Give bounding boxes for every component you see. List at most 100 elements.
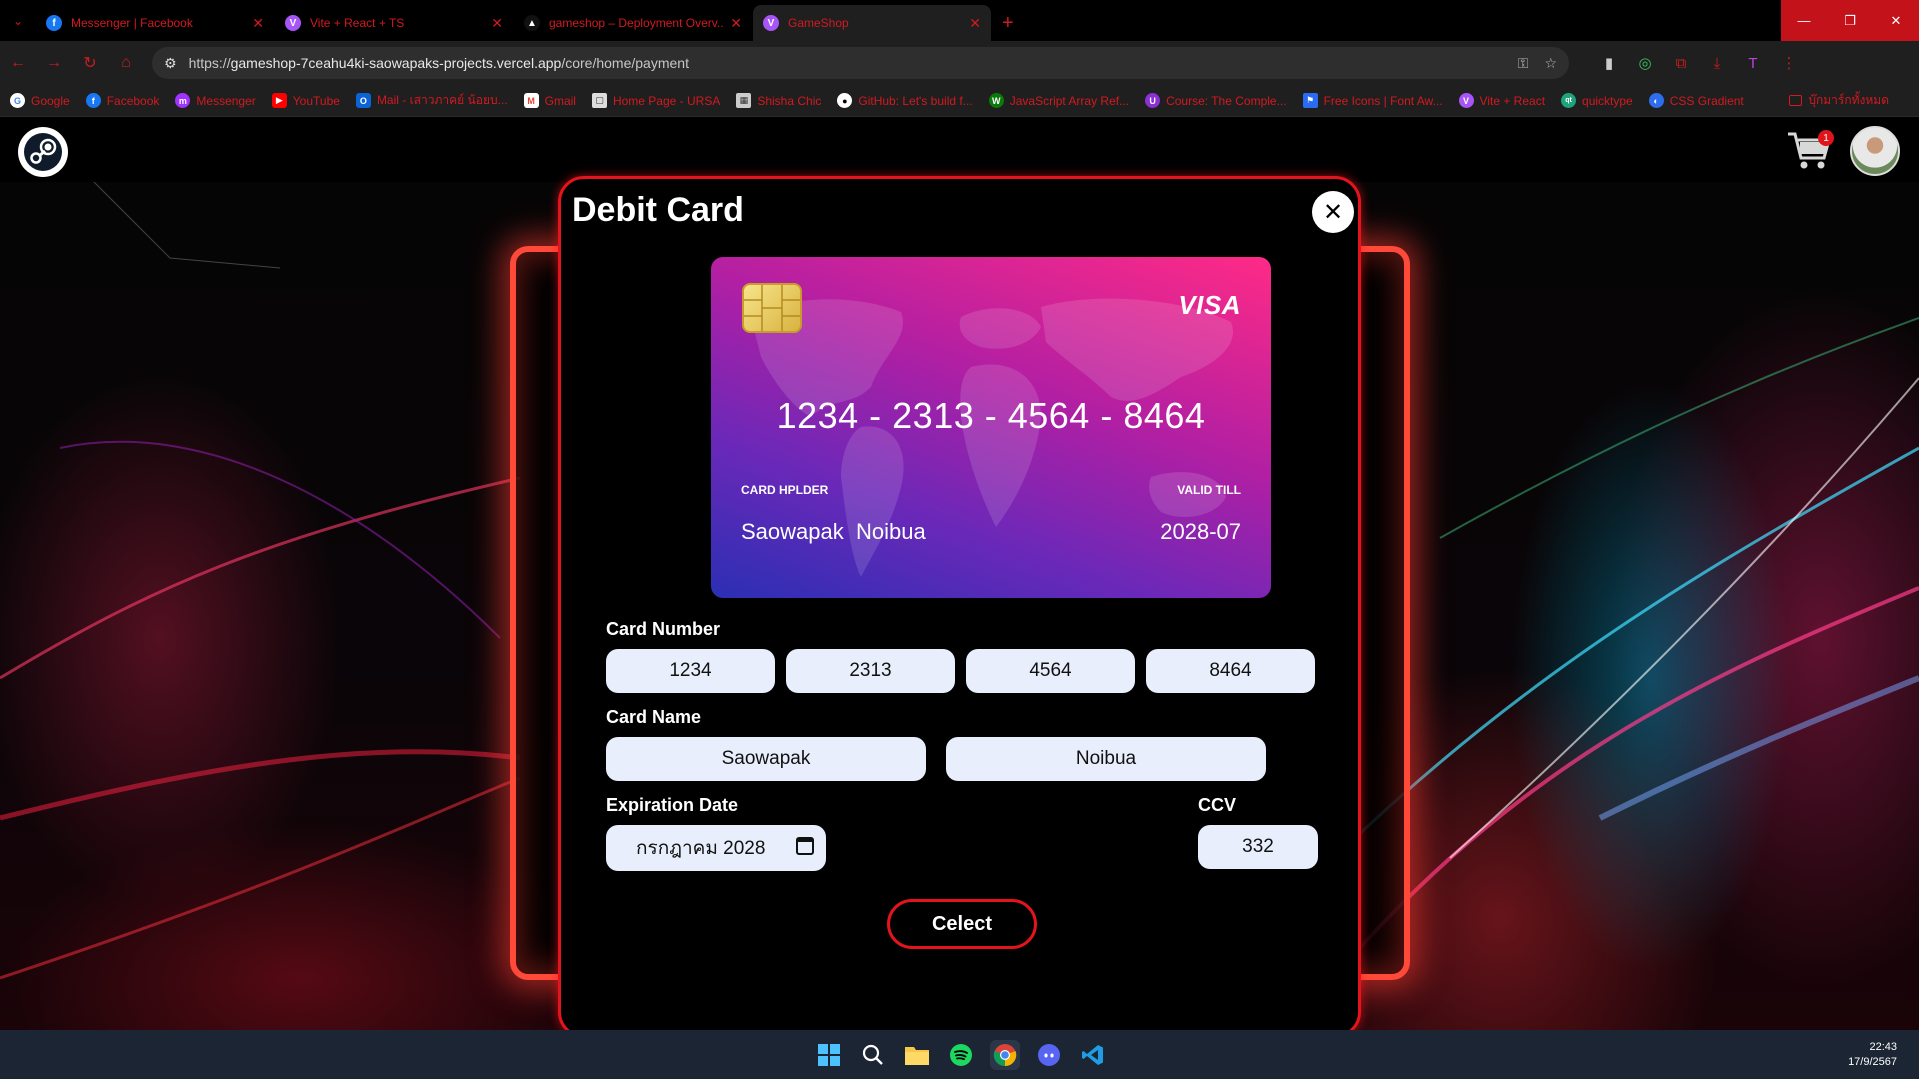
browser-tab-gameshop[interactable]: V GameShop ✕ [753,5,991,41]
back-button[interactable]: ← [0,45,36,81]
card-number-input-2[interactable]: 2313 [786,649,955,693]
bookmark-facebook[interactable]: f Facebook [85,93,159,108]
bookmark-gmail[interactable]: M Gmail [523,93,576,108]
card-number-display: 1234 - 2313 - 4564 - 8464 [776,395,1206,436]
bookmark-label: บุ๊กมาร์กทั้งหมด [1808,93,1889,107]
star-icon[interactable]: ☆ [1544,55,1557,72]
home-icon: ⌂ [121,54,131,71]
file-explorer-icon[interactable] [902,1040,932,1070]
card-number-input-1[interactable]: 1234 [606,649,775,693]
extension-icon[interactable]: ▮ [1591,54,1627,72]
bookmark-udemy[interactable]: U Course: The Comple... [1145,93,1287,108]
close-modal-button[interactable]: ✕ [1312,191,1354,233]
clock-date: 17/9/2567 [1848,1056,1897,1068]
user-avatar[interactable] [1850,126,1900,176]
close-icon[interactable]: ✕ [730,15,742,32]
chevron-down-icon: ⌄ [12,13,24,28]
expiration-date-input[interactable]: กรกฎาคม 2028 [606,825,826,871]
bookmark-fontawesome[interactable]: ⚑ Free Icons | Font Aw... [1302,93,1443,108]
expiration-date-label: Expiration Date [606,795,739,815]
search-icon[interactable] [858,1040,888,1070]
card-chip-icon [742,283,802,333]
clock-time: 22:43 [1869,1041,1897,1053]
bookmark-youtube[interactable]: ▶ YouTube [271,93,340,108]
last-name-input[interactable]: Noibua [946,737,1266,781]
bookmark-label: Messenger [196,93,256,108]
cart-count-badge: 1 [1818,130,1834,146]
bookmark-label: Vite + React [1479,93,1546,108]
bookmark-cssgradient[interactable]: ◐ CSS Gradient [1648,93,1744,108]
bookmark-google[interactable]: G Google [10,93,70,108]
address-bar[interactable]: ⚙ https://gameshop-7ceahu4ki-saowapaks-p… [152,47,1569,79]
windows-start-icon[interactable] [814,1040,844,1070]
spotify-icon[interactable] [946,1040,976,1070]
minimize-button[interactable]: — [1781,0,1827,41]
home-button[interactable]: ⌂ [108,45,144,81]
card-name-label: Card Name [606,707,702,727]
bookmark-ursa[interactable]: ▢ Home Page - URSA [591,93,721,108]
udemy-icon: U [1145,93,1161,108]
all-bookmarks-folder[interactable]: บุ๊กมาร์กทั้งหมด [1789,91,1889,110]
puzzle-icon[interactable]: ⧉ [1663,55,1699,72]
close-icon[interactable]: ✕ [491,15,503,32]
bookmark-shisha[interactable]: ▦ Shisha Chic [736,93,821,108]
select-button[interactable]: Celect [887,899,1037,949]
forward-button[interactable]: → [36,45,72,81]
bookmark-vite[interactable]: V Vite + React [1458,93,1546,108]
close-icon[interactable]: ✕ [252,15,264,32]
browser-tab-vercel[interactable]: ▲ gameshop – Deployment Overv... ✕ [514,5,752,41]
windows-taskbar: 22:43 17/9/2567 [0,1030,1919,1079]
download-icon[interactable]: ⤓ [1699,55,1735,72]
visa-logo: VISA [1178,290,1241,320]
credit-card-preview: VISA 1234 - 2313 - 4564 - 8464 CARD HPLD… [711,257,1271,598]
tab-search-button[interactable]: ⌄ [0,0,36,41]
close-icon[interactable]: ✕ [969,15,981,32]
url-text[interactable]: https://gameshop-7ceahu4ki-saowapaks-pro… [189,55,1502,71]
facebook-icon: f [46,15,62,31]
key-icon[interactable]: ⚿ [1518,55,1529,72]
outlook-icon: O [355,93,371,108]
card-number-input-3[interactable]: 4564 [966,649,1135,693]
bookmark-label: Home Page - URSA [612,93,721,108]
youtube-icon: ▶ [271,93,287,108]
w3schools-icon: W [988,93,1004,108]
first-name-input[interactable]: Saowapak [606,737,926,781]
site-settings-icon[interactable]: ⚙ [164,55,177,72]
tab-strip: ⌄ f Messenger | Facebook ✕ V Vite + Reac… [0,0,1919,41]
browser-tab-vite[interactable]: V Vite + React + TS ✕ [275,5,513,41]
gmail-icon: M [523,93,539,108]
profile-icon[interactable]: T [1735,55,1771,72]
chrome-icon[interactable] [990,1040,1020,1070]
discord-icon[interactable] [1034,1040,1064,1070]
reload-button[interactable]: ↻ [72,45,108,81]
window-controls: — ❐ ✕ [1781,0,1919,41]
ccv-input[interactable]: 332 [1198,825,1318,869]
bookmark-w3schools[interactable]: W JavaScript Array Ref... [988,93,1129,108]
bookmark-outlook[interactable]: O Mail - เสาวภาคย์ น้อยบ... [355,91,508,110]
close-window-button[interactable]: ✕ [1873,0,1919,41]
url-scheme: https:// [188,55,231,71]
arrow-right-icon: → [46,54,62,71]
ccv-label: CCV [1198,795,1237,815]
valid-till-date: 2028-07 [1160,519,1241,544]
browser-tab-messenger[interactable]: f Messenger | Facebook ✕ [36,5,274,41]
facebook-icon: f [85,93,101,108]
bookmark-messenger[interactable]: m Messenger [175,93,256,108]
new-tab-button[interactable]: + [1002,5,1014,41]
restore-button[interactable]: ❐ [1827,0,1873,41]
expiration-date-value: กรกฎาคม 2028 [636,838,766,859]
system-clock[interactable]: 22:43 17/9/2567 [1848,1040,1897,1070]
steam-logo-icon[interactable] [18,127,68,177]
menu-icon[interactable]: ⋮ [1771,54,1807,72]
bookmark-label: Free Icons | Font Aw... [1323,93,1443,108]
extension-icon[interactable]: ◎ [1627,54,1663,72]
vite-icon: V [763,15,779,31]
vscode-icon[interactable] [1078,1040,1108,1070]
card-number-input-4[interactable]: 8464 [1146,649,1315,693]
bookmark-label: YouTube [292,93,340,108]
bookmark-github[interactable]: ● GitHub: Let's build f... [837,93,973,108]
tab-title: Vite + React + TS [310,16,405,30]
bookmark-quicktype[interactable]: qt quicktype [1561,93,1633,108]
calendar-icon[interactable] [796,837,814,855]
card-holder-label: CARD HPLDER [741,483,829,497]
